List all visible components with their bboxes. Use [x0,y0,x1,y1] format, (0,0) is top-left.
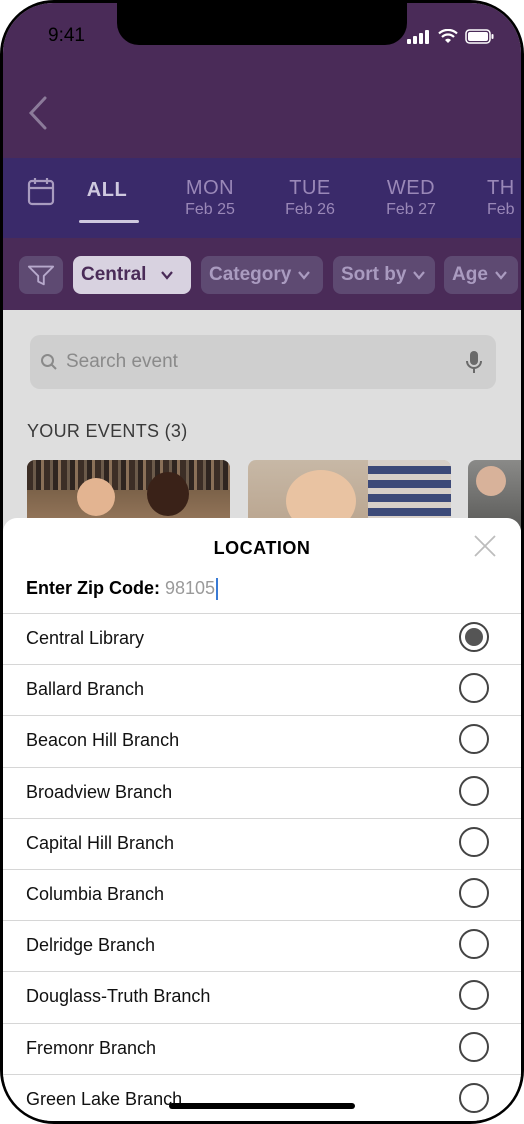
category-filter-label: Category [209,264,292,285]
tab-mon[interactable]: MON Feb 25 [175,176,245,220]
notch [117,3,407,45]
chevron-down-icon [495,271,507,280]
chevron-down-icon [161,271,174,280]
tab-tue[interactable]: TUE Feb 26 [275,176,345,220]
thumb-person [77,478,115,516]
branch-row[interactable]: Green Lake Branch [3,1073,521,1121]
tab-wed[interactable]: WED Feb 27 [376,176,446,220]
radio-unselected[interactable] [459,724,489,755]
branch-row[interactable]: Capital Hill Branch [3,817,521,869]
branch-name: Fremonr Branch [26,1037,157,1058]
filter-bar: Central Category Sort by Age [3,238,521,310]
tab-all[interactable]: ALL [75,178,139,202]
branch-row[interactable]: Central Library [3,613,521,664]
tab-date: Feb [487,201,515,218]
tab-day: TUE [289,177,331,199]
text-caret [216,578,219,601]
branch-row[interactable]: Beacon Hill Branch [3,715,521,766]
radio-unselected[interactable] [459,1031,489,1062]
app-header: 9:41 [3,3,521,158]
branch-name: Delridge Branch [26,935,156,956]
filter-button[interactable] [19,256,63,294]
tab-day: TH [487,177,515,199]
search-icon [41,354,57,370]
date-tabs: ALL MON Feb 25 TUE Feb 26 WED Feb 27 TH Feb [3,158,521,238]
branch-name: Ballard Branch [26,679,145,700]
zip-code-field[interactable]: Enter Zip Code: 98105 [26,578,219,601]
zip-code-label: Enter Zip Code: [26,578,160,598]
calendar-icon[interactable] [27,176,55,206]
home-indicator [169,1103,355,1109]
chevron-down-icon [298,271,311,280]
phone-frame: 9:41 ALL MON Feb 25 TUE Feb 26 WED Feb 27 T… [0,0,524,1124]
tab-day: MON [185,177,235,199]
branch-name: Central Library [26,628,145,648]
thumb-bookshelf [27,460,230,490]
radio-unselected[interactable] [459,929,489,960]
category-filter[interactable]: Category [201,256,323,294]
filter-icon [27,265,55,286]
radio-unselected[interactable] [459,980,489,1011]
thumb-person [147,472,189,516]
radio-unselected[interactable] [459,878,489,908]
search-placeholder: Search event [66,351,178,372]
sort-filter[interactable]: Sort by [333,256,435,294]
radio-selected[interactable] [459,622,489,652]
microphone-icon[interactable] [466,350,482,374]
screen: 9:41 ALL MON Feb 25 TUE Feb 26 WED Feb 27 T… [3,3,521,1121]
branch-name: Beacon Hill Branch [26,730,180,751]
signal-icon [407,29,431,44]
location-sheet: LOCATION Enter Zip Code: 98105 Central L… [3,518,521,1121]
age-filter[interactable]: Age [444,256,518,294]
your-events-heading: YOUR EVENTS (3) [27,421,188,441]
close-icon[interactable] [473,534,497,558]
wifi-icon [438,29,458,43]
branch-row[interactable]: Ballard Branch [3,664,521,715]
thumb-person [476,466,506,496]
location-filter-label: Central [81,264,147,285]
tab-day: WED [386,177,436,199]
branch-row[interactable]: Fremonr Branch [3,1022,521,1074]
radio-unselected[interactable] [459,826,489,857]
age-filter-label: Age [452,264,488,285]
status-time: 9:41 [48,25,85,46]
zip-code-value: 98105 [165,578,216,598]
back-arrow-icon[interactable] [25,95,55,131]
branch-row[interactable]: Columbia Branch [3,869,521,920]
branch-name: Columbia Branch [26,884,165,904]
status-icons [407,29,495,44]
tab-all-label: ALL [86,179,128,201]
radio-unselected[interactable] [459,1082,489,1113]
tab-date: Feb 25 [185,201,235,218]
branch-row[interactable]: Delridge Branch [3,920,521,971]
tab-date: Feb 26 [285,201,335,218]
battery-icon [465,29,494,44]
branch-row[interactable]: Broadview Branch [3,766,521,818]
sheet-title: LOCATION [213,538,311,558]
branch-row[interactable]: Douglass-Truth Branch [3,971,521,1022]
chevron-down-icon [413,271,426,280]
tab-active-underline [79,220,139,223]
radio-unselected[interactable] [459,775,489,806]
branch-name: Douglass-Truth Branch [26,986,211,1007]
branch-name: Capital Hill Branch [26,832,175,853]
branch-name: Green Lake Branch [26,1088,183,1109]
radio-unselected[interactable] [459,673,489,704]
branch-name: Broadview Branch [26,781,173,802]
location-filter[interactable]: Central [73,256,191,294]
sort-filter-label: Sort by [341,264,407,285]
tab-date: Feb 27 [386,201,436,218]
search-input[interactable]: Search event [30,335,496,389]
tab-thu[interactable]: TH Feb [487,176,521,220]
